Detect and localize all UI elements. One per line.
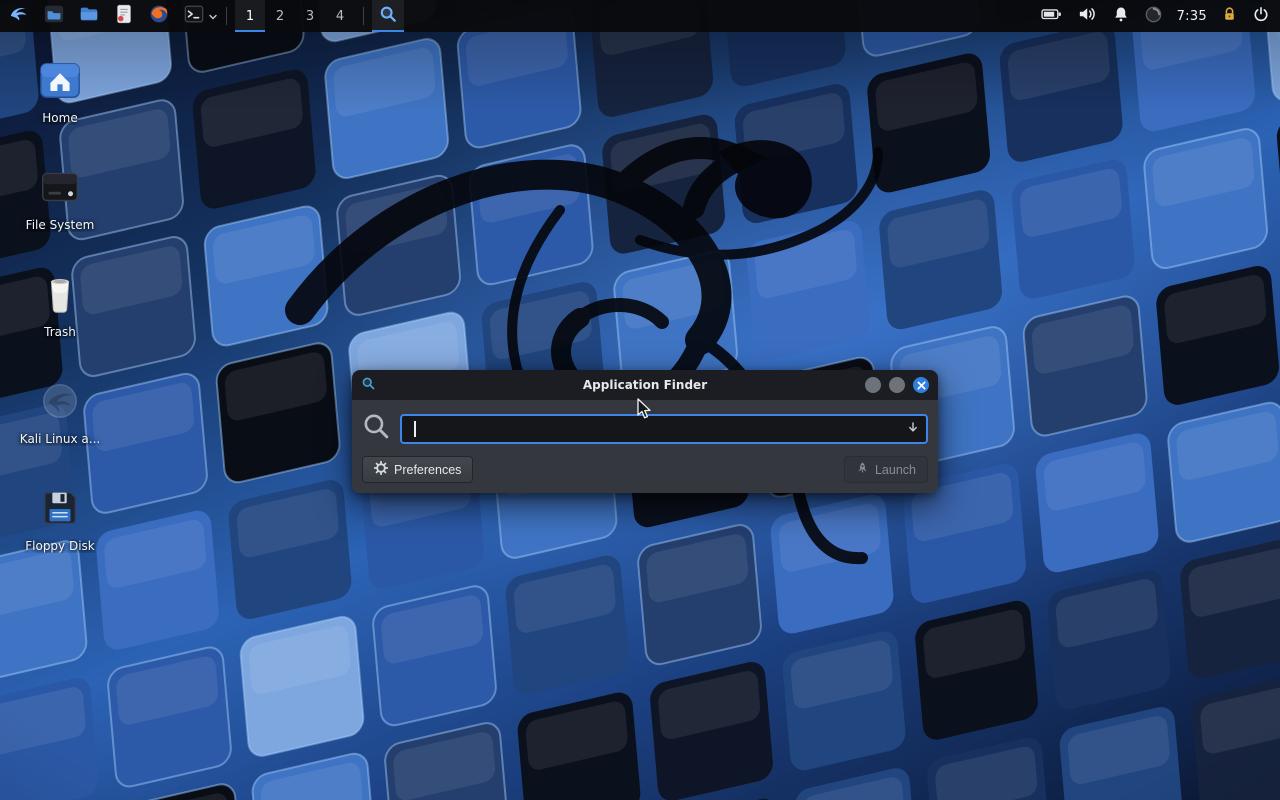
firefox-launcher[interactable] (146, 3, 172, 29)
titlebar[interactable]: Application Finder (352, 370, 938, 400)
dialog-body: Preferences Launch (352, 400, 938, 493)
workspace-2-label: 2 (276, 9, 284, 24)
desktop-screen: Home File System Trash (0, 0, 1280, 800)
window-controls (865, 377, 929, 393)
trash-icon (36, 270, 84, 318)
preferences-label: Preferences (394, 463, 461, 477)
panel-separator (363, 7, 364, 25)
workspace-1[interactable]: 1 (235, 0, 265, 32)
maximize-button[interactable] (889, 377, 905, 393)
workspace-3-label: 3 (306, 9, 314, 24)
desktop-icon-label: Home (12, 111, 108, 125)
log-out-button[interactable] (1252, 0, 1270, 32)
battery-indicator[interactable] (1040, 0, 1063, 32)
preferences-button[interactable]: Preferences (362, 456, 473, 483)
launch-icon (856, 461, 869, 478)
file-manager-icon (43, 3, 65, 29)
application-finder-icon (361, 376, 376, 395)
workspace-3[interactable]: 3 (295, 0, 325, 32)
workspace-2[interactable]: 2 (265, 0, 295, 32)
kali-disc-icon (36, 377, 84, 425)
folder-launcher[interactable] (76, 3, 102, 29)
firefox-icon (148, 3, 170, 29)
volume-indicator[interactable] (1077, 0, 1098, 32)
desktop-icon-label: Kali Linux a... (12, 432, 108, 446)
terminal-icon (183, 3, 205, 29)
kali-dragon-icon (8, 3, 30, 29)
bell-icon (1112, 5, 1130, 27)
desktop-icon-label: Floppy Disk (12, 539, 108, 553)
search-entry (400, 414, 928, 444)
chevron-down-icon[interactable] (208, 7, 218, 26)
desktop-icon-trash[interactable]: Trash (12, 270, 108, 339)
lock-icon (1221, 5, 1238, 27)
terminal-launcher[interactable] (181, 3, 207, 29)
status-circle-icon (1144, 5, 1163, 28)
window-title: Application Finder (352, 378, 938, 392)
close-button[interactable] (913, 377, 929, 393)
panel-separator (226, 7, 227, 25)
panel-launchers (0, 0, 218, 32)
window-button-application-finder[interactable] (372, 0, 404, 32)
file-manager-launcher[interactable] (41, 3, 67, 29)
launch-button[interactable]: Launch (844, 456, 928, 483)
search-row (362, 412, 928, 445)
drive-icon (36, 163, 84, 211)
volume-icon (1077, 5, 1098, 27)
top-panel: 1 2 3 4 (0, 0, 1280, 32)
desktop-icon-floppy-disk[interactable]: Floppy Disk (12, 484, 108, 553)
desktop-icon-kali-linux[interactable]: Kali Linux a... (12, 377, 108, 446)
minimize-button[interactable] (865, 377, 881, 393)
search-input[interactable] (402, 416, 926, 442)
gear-icon (374, 461, 388, 478)
home-icon (36, 56, 84, 104)
application-finder-window: Application Finder (352, 370, 938, 493)
button-row: Preferences Launch (362, 456, 928, 483)
kali-menu-button[interactable] (6, 3, 32, 29)
launch-label: Launch (875, 463, 916, 477)
floppy-icon (36, 484, 84, 532)
close-icon (917, 381, 926, 390)
desktop-icon-file-system[interactable]: File System (12, 163, 108, 232)
workspace-4[interactable]: 4 (325, 0, 355, 32)
workspace-4-label: 4 (336, 9, 344, 24)
power-icon (1252, 5, 1270, 27)
panel-indicators: 7:35 (1040, 0, 1280, 32)
folder-icon (78, 3, 100, 29)
text-editor-launcher[interactable] (111, 3, 137, 29)
desktop-icon-label: Trash (12, 325, 108, 339)
desktop-icon-label: File System (12, 218, 108, 232)
desktop-icon-home[interactable]: Home (12, 56, 108, 125)
search-icon (362, 412, 391, 445)
text-editor-icon (113, 3, 135, 29)
workspace-1-label: 1 (246, 9, 254, 24)
terminal-launcher-group (181, 3, 218, 29)
lock-screen-button[interactable] (1221, 0, 1238, 32)
magnifier-icon (378, 4, 398, 28)
clock[interactable]: 7:35 (1177, 9, 1207, 24)
dropdown-arrow-icon[interactable] (906, 419, 920, 438)
notifications-indicator[interactable] (1112, 0, 1130, 32)
battery-icon (1040, 5, 1063, 27)
status-indicator[interactable] (1144, 0, 1163, 32)
